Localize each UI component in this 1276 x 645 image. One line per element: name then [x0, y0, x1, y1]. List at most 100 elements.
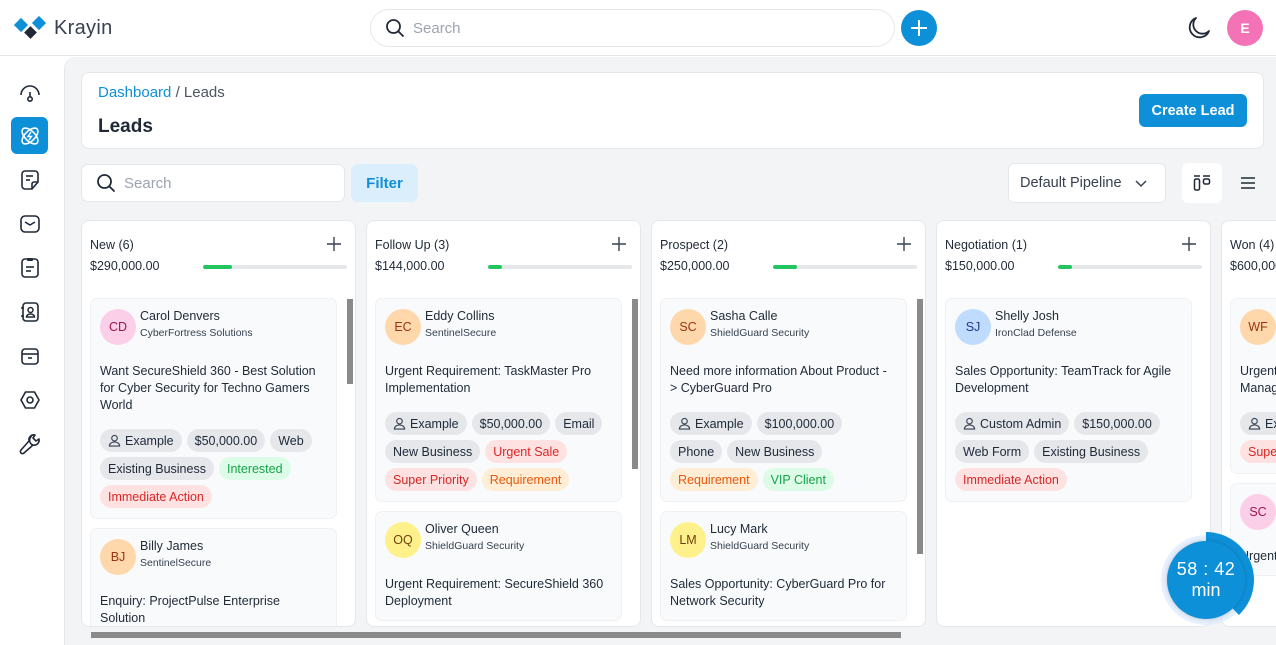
column-title: New (6)	[90, 238, 134, 252]
global-search-input[interactable]	[413, 19, 873, 37]
timer-unit: min	[1191, 580, 1221, 600]
wrench-icon	[19, 433, 40, 454]
list-view-button[interactable]	[1228, 163, 1268, 203]
page-header: Dashboard / Leads Leads Create Lead	[81, 72, 1264, 149]
lead-tag[interactable]: Urgent Sale	[485, 440, 568, 463]
lead-tag[interactable]: Web	[270, 429, 312, 452]
lead-owner-tag[interactable]: Example	[100, 429, 182, 452]
pipeline-column: Follow Up (3) $144,000.00 EC Eddy Collins Se…	[366, 220, 641, 627]
sidebar-item-activities[interactable]	[11, 249, 48, 286]
lead-tag[interactable]: Phone	[670, 440, 723, 463]
lead-title: Sales Opportunity: CyberGuard Pro for Ne…	[670, 577, 886, 608]
lead-owner-tag[interactable]: Custom Admin	[955, 412, 1070, 435]
lead-tag[interactable]: Existing Business	[1034, 440, 1149, 463]
lead-tags: Example $50,000.00 Web Existing Business Int…	[100, 429, 328, 508]
breadcrumb: Dashboard / Leads	[98, 84, 225, 101]
lead-person-name: Eddy Collins	[425, 309, 495, 323]
lead-tag[interactable]: New Business	[385, 440, 481, 463]
session-timer: 58 : 42 min	[1156, 530, 1256, 630]
sidebar-item-products[interactable]	[11, 337, 48, 374]
leads-search-input[interactable]	[124, 174, 324, 192]
lead-person-name: Lucy Mark	[710, 522, 768, 536]
column-scrollbar-thumb[interactable]	[917, 299, 923, 554]
lead-organization: CyberFortress Solutions	[140, 327, 253, 339]
sidebar-item-contacts[interactable]	[11, 293, 48, 330]
lead-person-name: Billy James	[140, 539, 204, 553]
kanban-view-button[interactable]	[1182, 163, 1222, 203]
add-lead-plus-icon[interactable]	[895, 235, 913, 253]
column-title: Follow Up (3)	[375, 238, 450, 252]
horizontal-scrollbar[interactable]	[81, 631, 1276, 639]
pipeline-select[interactable]: Default Pipeline	[1008, 163, 1166, 203]
lead-tag[interactable]: $50,000.00	[471, 412, 551, 435]
sidebar-item-quotes[interactable]	[11, 161, 48, 198]
lead-tag[interactable]: $50,000.00	[186, 429, 266, 452]
column-progress-fill	[1058, 265, 1073, 269]
sidebar-item-settings[interactable]	[11, 381, 48, 418]
lead-owner-tag[interactable]: Example	[385, 412, 467, 435]
breadcrumb-separator: /	[175, 84, 180, 101]
lead-tag[interactable]: $150,000.00	[1074, 412, 1160, 435]
breadcrumb-dashboard-link[interactable]: Dashboard	[98, 84, 171, 101]
lead-card[interactable]: CD Carol Denvers CyberFortress Solutions Wa…	[90, 298, 337, 519]
lead-owner-tag[interactable]: Example	[1240, 412, 1276, 435]
add-lead-plus-icon[interactable]	[1180, 235, 1198, 253]
lead-tag[interactable]: $100,000.00	[756, 412, 843, 435]
lead-card[interactable]: OQ Oliver Queen ShieldGuard Security Urgent…	[375, 511, 622, 621]
column-scrollbar[interactable]	[916, 291, 924, 626]
lead-card[interactable]: EC Eddy Collins SentinelSecure Urgent Requi…	[375, 298, 622, 502]
add-lead-plus-icon[interactable]	[325, 235, 343, 253]
products-icon	[20, 347, 39, 365]
lead-card[interactable]: BJ Billy James SentinelSecure Enquiry: Proj…	[90, 528, 337, 626]
sidebar-item-dashboard[interactable]	[11, 73, 48, 110]
lead-tag[interactable]: Immediate Action	[100, 485, 212, 508]
lead-owner-tag[interactable]: Example	[670, 412, 752, 435]
list-icon	[1241, 177, 1255, 189]
filter-button[interactable]: Filter	[351, 164, 418, 202]
lead-tag[interactable]: Interested	[218, 457, 291, 480]
lead-tag[interactable]: New Business	[727, 440, 823, 463]
lead-tag[interactable]: Requirement	[481, 468, 570, 491]
column-leads-list: CD Carol Denvers CyberFortress Solutions Wa…	[90, 298, 350, 626]
lead-tag[interactable]: Existing Business	[100, 457, 214, 480]
sidebar	[0, 57, 64, 645]
sidebar-item-configuration[interactable]	[11, 425, 48, 462]
tag-label: New Business	[735, 444, 815, 459]
lead-tag[interactable]: Immediate Action	[955, 468, 1067, 491]
user-icon	[1248, 417, 1261, 430]
column-scrollbar-thumb[interactable]	[347, 299, 353, 384]
mail-icon	[19, 214, 40, 233]
lead-tag[interactable]: Email	[555, 412, 603, 435]
lead-card[interactable]: SJ Shelly Josh IronClad Defense Sales Oppor…	[945, 298, 1192, 502]
main-content: Dashboard / Leads Leads Create Lead Filt…	[64, 57, 1276, 645]
tag-label: Super Priority	[393, 472, 469, 487]
column-scrollbar[interactable]	[631, 291, 639, 626]
logo[interactable]: Krayin	[14, 16, 113, 40]
lead-card[interactable]: WF Urgent Requirement: TaskMaster Managem…	[1230, 298, 1276, 474]
global-search[interactable]	[370, 9, 895, 47]
column-scrollbar[interactable]	[346, 291, 354, 626]
column-scrollbar-thumb[interactable]	[632, 299, 638, 469]
column-amount: $290,000.00	[90, 259, 160, 273]
lead-tag[interactable]: VIP Client	[762, 468, 834, 491]
app-name: Krayin	[54, 16, 113, 39]
lead-card[interactable]: SC Sasha Calle ShieldGuard Security Need mo…	[660, 298, 907, 502]
pipeline-column: New (6) $290,000.00 CD Carol Denvers CyberFo…	[81, 220, 356, 627]
leads-search[interactable]	[81, 164, 345, 202]
horizontal-scrollbar-thumb[interactable]	[91, 632, 901, 638]
sidebar-item-leads[interactable]	[11, 117, 48, 154]
lead-card[interactable]: LM Lucy Mark ShieldGuard Security Sales Opp…	[660, 511, 907, 621]
lead-tag[interactable]: Requirement	[670, 468, 758, 491]
lead-tag[interactable]: Super Priority	[385, 468, 477, 491]
user-avatar[interactable]: E	[1227, 10, 1263, 46]
create-lead-button[interactable]: Create Lead	[1139, 94, 1247, 127]
sidebar-item-mail[interactable]	[11, 205, 48, 242]
lead-tag[interactable]: Web Form	[955, 440, 1030, 463]
quick-create-button[interactable]	[901, 10, 937, 46]
dark-mode-toggle-icon[interactable]	[1186, 15, 1212, 41]
column-amount: $250,000.00	[660, 259, 730, 273]
tag-label: Web	[278, 433, 304, 448]
kanban-icon	[1193, 175, 1211, 191]
lead-tag[interactable]: Super Priority	[1240, 440, 1276, 463]
add-lead-plus-icon[interactable]	[610, 235, 628, 253]
